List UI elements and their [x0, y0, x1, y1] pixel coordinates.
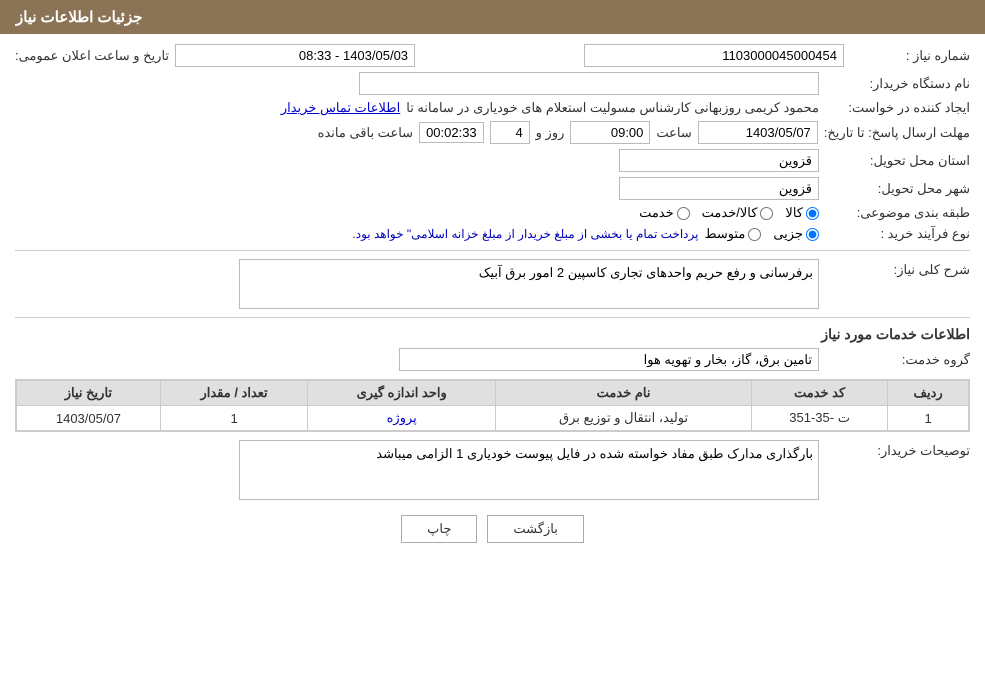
- farayand-radio-group: جزیی متوسط: [704, 226, 819, 242]
- farayand-label: نوع فرآیند خرید :: [825, 226, 970, 242]
- page-title: جزئیات اطلاعات نیاز: [16, 9, 143, 26]
- mohlat-label: مهلت ارسال پاسخ: تا تاریخ:: [824, 125, 970, 141]
- row-ostan: استان محل تحویل:: [15, 149, 970, 172]
- sharh-textarea[interactable]: برفرسانی و رفع حریم واحدهای تجاری کاسپین…: [239, 259, 819, 309]
- radio-jozii[interactable]: [806, 228, 819, 241]
- col-name: نام خدمت: [496, 381, 752, 406]
- row-goroh: گروه خدمت:: [15, 348, 970, 371]
- shahr-input[interactable]: [619, 177, 819, 200]
- row-mohlat: مهلت ارسال پاسخ: تا تاریخ: ساعت روز و 00…: [15, 121, 970, 144]
- radio-khedmat-item[interactable]: خدمت: [639, 205, 690, 221]
- row-ijad: ایجاد کننده در خواست: محمود کریمی روزبها…: [15, 100, 970, 116]
- col-radif: ردیف: [888, 381, 969, 406]
- process-text: پرداخت تمام یا بخشی از مبلغ خریدار از مب…: [352, 227, 698, 241]
- page-header: جزئیات اطلاعات نیاز: [0, 0, 985, 34]
- row-tosifat: توصیحات خریدار: بارگذاری مدارک طبق مفاد …: [15, 440, 970, 500]
- page-wrapper: جزئیات اطلاعات نیاز شماره نیاز : تاریخ و…: [0, 0, 985, 691]
- goroh-label: گروه خدمت:: [825, 352, 970, 368]
- row-nam-dasgah: نام دستگاه خریدار:: [15, 72, 970, 95]
- cell-tarikh: 1403/05/07: [17, 406, 161, 431]
- col-kod: کد خدمت: [752, 381, 888, 406]
- radio-kala-khedmat-item[interactable]: کالا/خدمت: [702, 205, 774, 221]
- back-button[interactable]: بازگشت: [487, 515, 583, 543]
- nam-dasgah-input[interactable]: [359, 72, 819, 95]
- radio-motevaset-label: متوسط: [704, 226, 745, 242]
- services-table: ردیف کد خدمت نام خدمت واحد اندازه گیری ت…: [16, 380, 969, 431]
- radio-jozii-label: جزیی: [773, 226, 803, 242]
- radio-motevaset[interactable]: [748, 228, 761, 241]
- cell-kod: ت -35-351: [752, 406, 888, 431]
- date-aalan-input[interactable]: [175, 44, 415, 67]
- tabe-label: طبقه بندی موضوعی:: [825, 205, 970, 221]
- remaining-value: 00:02:33: [419, 122, 484, 143]
- divider-1: [15, 250, 970, 251]
- shomare-niaz-label: شماره نیاز :: [850, 48, 970, 64]
- cell-radif: 1: [888, 406, 969, 431]
- tabe-radio-group: کالا کالا/خدمت خدمت: [639, 205, 819, 221]
- cell-vahed: پروژه: [308, 406, 496, 431]
- nam-dasgah-label: نام دستگاه خریدار:: [825, 76, 970, 92]
- col-vahed: واحد اندازه گیری: [308, 381, 496, 406]
- row-shahr: شهر محل تحویل:: [15, 177, 970, 200]
- buttons-row: بازگشت چاپ: [15, 515, 970, 543]
- mohlat-date-input[interactable]: [698, 121, 818, 144]
- remaining-label: ساعت باقی مانده: [318, 125, 413, 141]
- shahr-label: شهر محل تحویل:: [825, 181, 970, 197]
- ijad-label: ایجاد کننده در خواست:: [825, 100, 970, 116]
- radio-khedmat[interactable]: [677, 207, 690, 220]
- date-aalan-label: تاریخ و ساعت اعلان عمومی:: [15, 48, 169, 64]
- radio-kala-khedmat[interactable]: [760, 207, 773, 220]
- ostan-input[interactable]: [619, 149, 819, 172]
- services-table-container: ردیف کد خدمت نام خدمت واحد اندازه گیری ت…: [15, 379, 970, 432]
- cell-tedad: 1: [160, 406, 308, 431]
- goroh-input[interactable]: [399, 348, 819, 371]
- ijad-value: محمود کریمی روزبهانی کارشناس مسولیت استع…: [406, 100, 819, 116]
- mohlat-saat-label: ساعت: [656, 125, 691, 141]
- radio-kala-label: کالا: [785, 205, 803, 221]
- radio-kala-khedmat-label: کالا/خدمت: [702, 205, 758, 221]
- divider-2: [15, 317, 970, 318]
- row-shomare: شماره نیاز : تاریخ و ساعت اعلان عمومی:: [15, 44, 970, 67]
- cell-name: تولید، انتقال و توزیع برق: [496, 406, 752, 431]
- row-farayand: نوع فرآیند خرید : جزیی متوسط پرداخت تمام…: [15, 226, 970, 242]
- mohlat-rooz-input[interactable]: [490, 121, 530, 144]
- khadamat-title: اطلاعات خدمات مورد نیاز: [15, 326, 970, 343]
- col-tedad: تعداد / مقدار: [160, 381, 308, 406]
- radio-jozii-item[interactable]: جزیی: [773, 226, 819, 242]
- radio-motevaset-item[interactable]: متوسط: [704, 226, 761, 242]
- col-tarikh: تاریخ نیاز: [17, 381, 161, 406]
- row-tabe: طبقه بندی موضوعی: کالا کالا/خدمت خدمت: [15, 205, 970, 221]
- content-area: شماره نیاز : تاریخ و ساعت اعلان عمومی: ن…: [0, 34, 985, 563]
- radio-kala[interactable]: [806, 207, 819, 220]
- ijad-link[interactable]: اطلاعات تماس خریدار: [281, 100, 400, 116]
- row-sharh: شرح کلی نیاز: برفرسانی و رفع حریم واحدها…: [15, 259, 970, 309]
- ostan-label: استان محل تحویل:: [825, 153, 970, 169]
- tosifat-textarea[interactable]: بارگذاری مدارک طبق مفاد خواسته شده در فا…: [239, 440, 819, 500]
- radio-kala-item[interactable]: کالا: [785, 205, 819, 221]
- print-button[interactable]: چاپ: [401, 515, 477, 543]
- mohlat-saat-input[interactable]: [570, 121, 650, 144]
- radio-khedmat-label: خدمت: [639, 205, 674, 221]
- sharh-label: شرح کلی نیاز:: [825, 259, 970, 278]
- tosifat-label: توصیحات خریدار:: [825, 440, 970, 459]
- shomare-niaz-input[interactable]: [584, 44, 844, 67]
- table-row: 1 ت -35-351 تولید، انتقال و توزیع برق پر…: [17, 406, 969, 431]
- mohlat-rooz-label: روز و: [536, 125, 565, 141]
